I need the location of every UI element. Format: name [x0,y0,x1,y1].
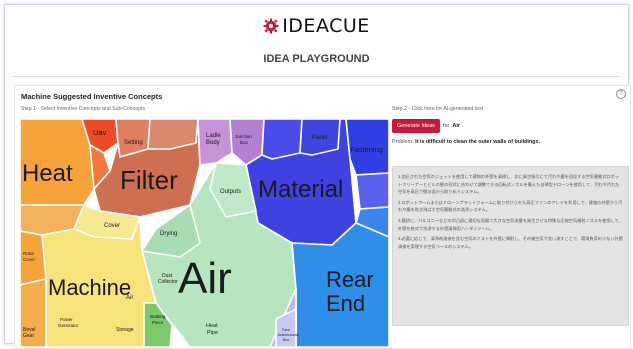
label-storage: Storage [116,327,134,333]
idea-item: 4.必要に応じて、清浄剤溶液を含む空気のミストを外壁に噴射し、その後空気で洗い流… [398,236,623,249]
step1-label: Step 1 - Select Inventive Concepts and S… [21,106,145,112]
idea-item: 3.膜状に、バルコニーなどの凹凸部に適切な距離で大きな空気流量を発生させる特殊な… [398,217,623,231]
label-rotor: Rotor [23,251,35,256]
brand-header: IDEACUE [5,15,628,39]
label-power: Power [60,317,73,322]
label-braking: Braking [150,314,166,319]
ideacue-logo: IDEACUE [263,15,370,37]
label-body: Body [206,140,220,146]
generate-for-label: for [442,123,450,129]
brand-name: IDEACUE [282,15,370,37]
label-box: Box [240,140,249,145]
label-cover: Cover [104,223,120,229]
problem-text: It is difficult to clean the outer walls… [415,139,540,145]
generate-row: Generate Ideas for Air [392,119,628,133]
generated-ideas-box[interactable]: 1.加圧された空気のジェットを使用して建物の外壁を清掃し、次に真空吸引にて汚れや… [392,166,629,326]
page-subtitle: IDEA PLAYGROUND [263,53,370,65]
label-setting: Setting [124,140,143,146]
label-heat-pipe-2: Pipe [207,330,218,336]
label-rear: Rear [326,267,374,292]
header-divider [13,76,620,77]
selected-concept: Air [452,123,460,129]
label-face: Face [282,328,290,332]
label-air: Air [178,254,232,303]
label-generator: Generator [58,323,79,328]
label-gear: Gear [23,333,34,339]
label-antimicrobial: Antimicrobial [278,333,299,337]
panel-title: Machine Suggested Inventive Concepts [21,92,163,101]
gear-logo-icon [263,18,279,34]
label-end: End [326,291,365,316]
label-junction: Junction [235,134,252,139]
label-outputs: Outputs [220,189,241,195]
label-heat-pipe-1: Heat [206,323,218,329]
idea-item: 2.ロボットアームまたはドローンプラットフォームに取り付けられた高圧ファンのアレ… [398,199,623,213]
label-machine: Machine [48,275,131,300]
problem-label: Problem: [392,139,414,145]
label-heat: Heat [22,160,73,187]
label-piece: Piece [152,320,164,325]
label-filter: Filter [120,165,178,195]
step2-label: Step 2 - Click here for AI-generated tex… [392,106,484,112]
label-rotor-cover: Cover [23,257,36,262]
label-material: Material [258,176,343,203]
generate-ideas-button[interactable]: Generate Ideas [392,119,440,133]
idea-item: 1.加圧された空気のジェットを使用して建物の外壁を清掃し、次に真空吸引にて汚れや… [398,174,620,195]
label-fastening: Fastening [350,145,383,154]
help-icon[interactable]: ? [616,89,626,99]
label-uav: Uav [93,128,107,137]
voronoi-svg[interactable]: Heat Filter Material Air Machine Rear En… [20,119,389,347]
idea-controls: Generate Ideas for Air Problem: It is di… [392,119,628,145]
cell-material-sub1[interactable] [261,119,303,160]
problem-statement: Problem: It is difficult to clean the ou… [392,139,628,145]
label-machine-air: Air [126,295,133,301]
label-panel: Panel [312,135,327,141]
cell-filter-sub2[interactable] [147,119,199,150]
label-drying: Drying [160,231,177,237]
concepts-panel: Machine Suggested Inventive Concepts ? S… [14,85,631,349]
label-ladle: Ladle [206,133,221,139]
label-face-box: Box [283,338,289,342]
concept-voronoi-map[interactable]: Heat Filter Material Air Machine Rear En… [20,119,389,347]
cell-blue-small1[interactable] [355,172,389,210]
label-collector: Collector [158,279,178,285]
app-frame: IDEACUE IDEA PLAYGROUND Machine Suggeste… [4,4,631,349]
